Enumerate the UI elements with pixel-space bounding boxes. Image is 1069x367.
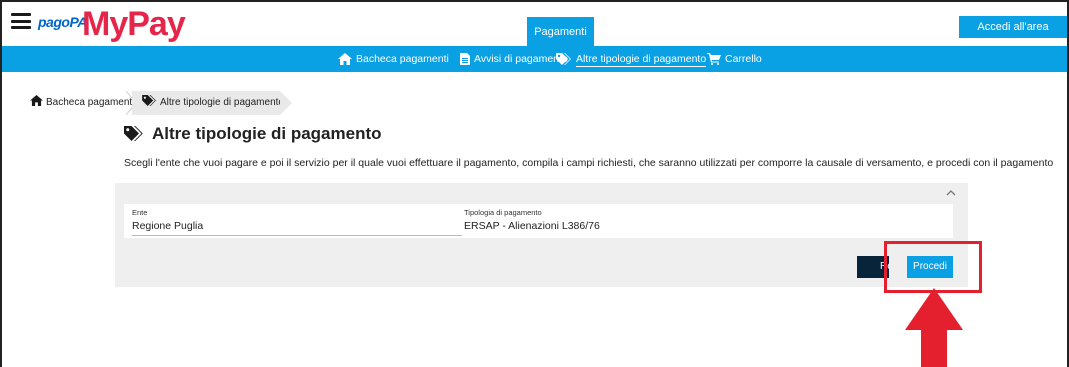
chevron-up-icon[interactable] [944, 187, 958, 199]
tags-icon [556, 53, 571, 66]
home-icon [338, 53, 352, 66]
page-title: Altre tipologie di pagamento [124, 124, 382, 144]
form-fields: Ente Regione Puglia Tipologia di pagamen… [124, 204, 953, 238]
nav-item-label: Avvisi di pagamento [474, 53, 568, 65]
tags-icon [142, 95, 156, 106]
highlight-annotation [884, 241, 982, 293]
nav-item-label: Altre tipologie di pagamento [576, 53, 707, 67]
home-icon [30, 95, 43, 106]
hamburger-menu-icon[interactable] [11, 13, 31, 29]
top-header: pagoPA MyPay Pagamenti Accedi all'area p… [2, 2, 1067, 55]
pagopa-logo[interactable]: pagoPA [38, 14, 87, 30]
nav-item-altre-tipologie[interactable]: Altre tipologie di pagamento [556, 46, 707, 72]
ente-label: Ente [132, 208, 148, 217]
ente-field[interactable]: Ente Regione Puglia [132, 208, 462, 236]
tipologia-field[interactable]: Tipologia di pagamento ERSAP - Alienazio… [464, 208, 944, 232]
breadcrumb-home[interactable]: Bacheca pagamenti [20, 91, 135, 115]
document-icon [460, 53, 470, 66]
ente-value[interactable]: Regione Puglia [132, 220, 462, 232]
nav-item-bacheca[interactable]: Bacheca pagamenti [338, 46, 449, 72]
cart-icon [707, 53, 721, 66]
mypay-logo-text: MyPay [82, 5, 186, 43]
page-description: Scegli l'ente che vuoi pagare e poi il s… [124, 157, 1054, 169]
tags-icon [124, 126, 143, 141]
breadcrumb-home-label: Bacheca pagamenti [46, 97, 135, 108]
ente-underline [132, 235, 462, 236]
breadcrumb-current: Altre tipologie di pagamento [132, 91, 292, 115]
mypay-logo[interactable]: MyPay [82, 5, 186, 43]
main-nav: Bacheca pagamenti Avvisi di pagamento Al… [2, 46, 1067, 72]
tipologia-label: Tipologia di pagamento [464, 208, 542, 217]
form-panel: Ente Regione Puglia Tipologia di pagamen… [115, 183, 968, 287]
tipologia-value[interactable]: ERSAP - Alienazioni L386/76 [464, 220, 944, 232]
nav-item-label: Carrello [725, 53, 762, 65]
nav-item-label: Bacheca pagamenti [356, 53, 449, 65]
nav-item-carrello[interactable]: Carrello [707, 46, 762, 72]
page-title-text: Altre tipologie di pagamento [152, 124, 382, 143]
login-button[interactable]: Accedi all'area personale [959, 16, 1067, 55]
arrow-up-annotation-icon [905, 288, 963, 367]
nav-item-avvisi[interactable]: Avvisi di pagamento [460, 46, 568, 72]
breadcrumb-current-label: Altre tipologie di pagamento [160, 97, 284, 108]
tab-pagamenti[interactable]: Pagamenti [527, 17, 594, 46]
